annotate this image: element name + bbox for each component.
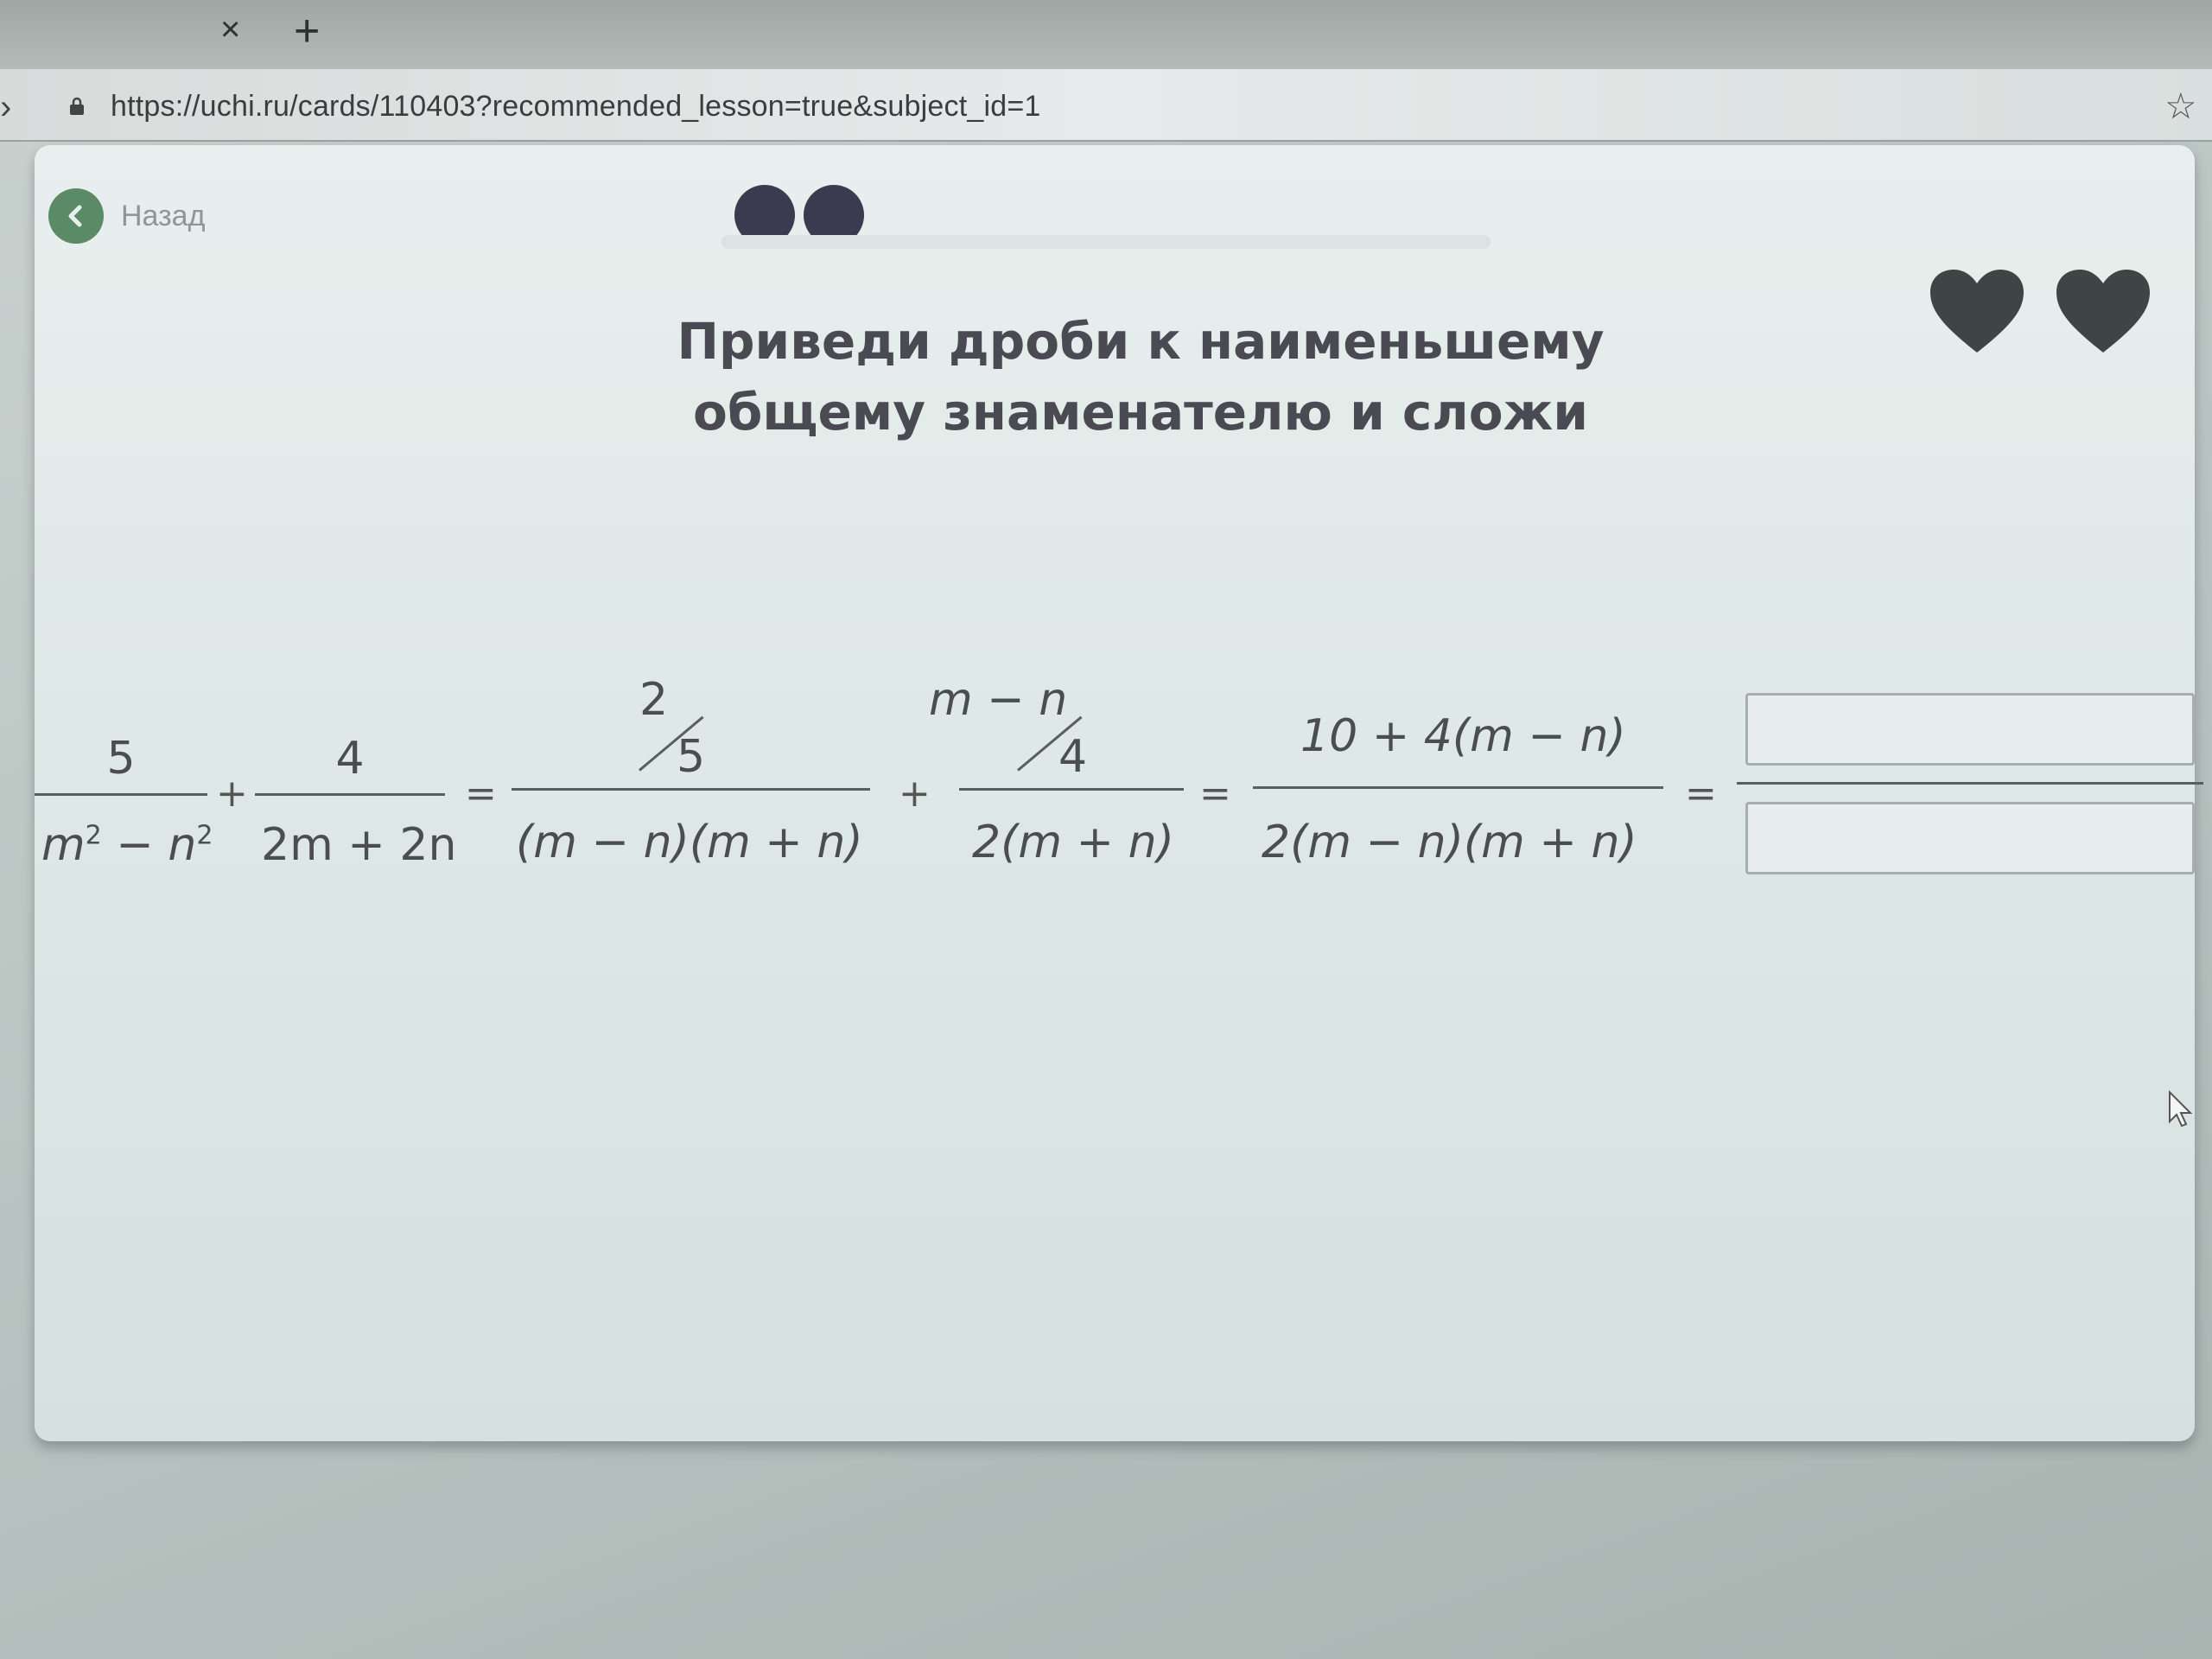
equals-sign-1: = <box>465 772 497 816</box>
mouse-cursor-icon <box>2169 1090 2193 1128</box>
fraction-3-factor-bottom: 5 <box>677 731 706 783</box>
back-button[interactable]: Назад <box>48 188 205 244</box>
url-text[interactable]: https://uchi.ru/cards/110403?recommended… <box>111 90 1040 124</box>
plus-sign-1: + <box>216 772 248 816</box>
page-title: Приведи дроби к наименьшему общему знаме… <box>518 306 1763 448</box>
fraction-1-denominator: m2 − n2 <box>41 819 213 871</box>
equals-sign-2: = <box>1199 772 1231 816</box>
fraction-1-numerator: 5 <box>106 733 136 785</box>
plus-sign-2: + <box>899 772 931 816</box>
fraction-3-bar <box>512 788 870 791</box>
fraction-4-factor-top: m − n <box>929 674 1068 726</box>
bookmark-star-icon[interactable]: ☆ <box>2164 85 2197 127</box>
fraction-2-numerator: 4 <box>335 733 365 785</box>
heart-icon <box>2056 270 2150 353</box>
title-line-2: общему знаменателю и сложи <box>693 383 1588 442</box>
fraction-3-denominator: (m − n)(m + n) <box>516 817 863 868</box>
fraction-5-denominator: 2(m − n)(m + n) <box>1262 817 1637 868</box>
fraction-4-factor-bottom: 4 <box>1058 731 1088 783</box>
fraction-2-denominator: 2m + 2n <box>261 819 457 871</box>
fraction-4-bar <box>959 788 1184 791</box>
answer-numerator-input[interactable] <box>1745 693 2195 766</box>
heart-icon <box>1930 270 2024 353</box>
fraction-1-bar <box>35 793 207 796</box>
new-tab-icon[interactable]: + <box>294 9 320 54</box>
browser-back-icon[interactable]: › <box>0 88 11 127</box>
fraction-2-bar <box>255 793 445 796</box>
equals-sign-3: = <box>1685 772 1717 816</box>
fraction-5-numerator: 10 + 4(m − n) <box>1300 710 1626 762</box>
lives-hearts <box>1927 266 2153 356</box>
fraction-3-factor-top: 2 <box>639 674 669 726</box>
title-line-1: Приведи дроби к наименьшему <box>677 312 1605 371</box>
answer-fraction-bar <box>1737 782 2203 785</box>
back-label: Назад <box>121 199 206 232</box>
tab-strip: × + <box>0 0 2212 69</box>
chevron-left-icon <box>48 188 104 244</box>
progress-track <box>721 235 1491 249</box>
fraction-4-denominator: 2(m + n) <box>972 817 1174 868</box>
fraction-5-bar <box>1253 786 1663 789</box>
answer-denominator-input[interactable] <box>1745 802 2195 874</box>
lock-icon <box>70 97 84 115</box>
tab-close-icon[interactable]: × <box>220 12 240 47</box>
